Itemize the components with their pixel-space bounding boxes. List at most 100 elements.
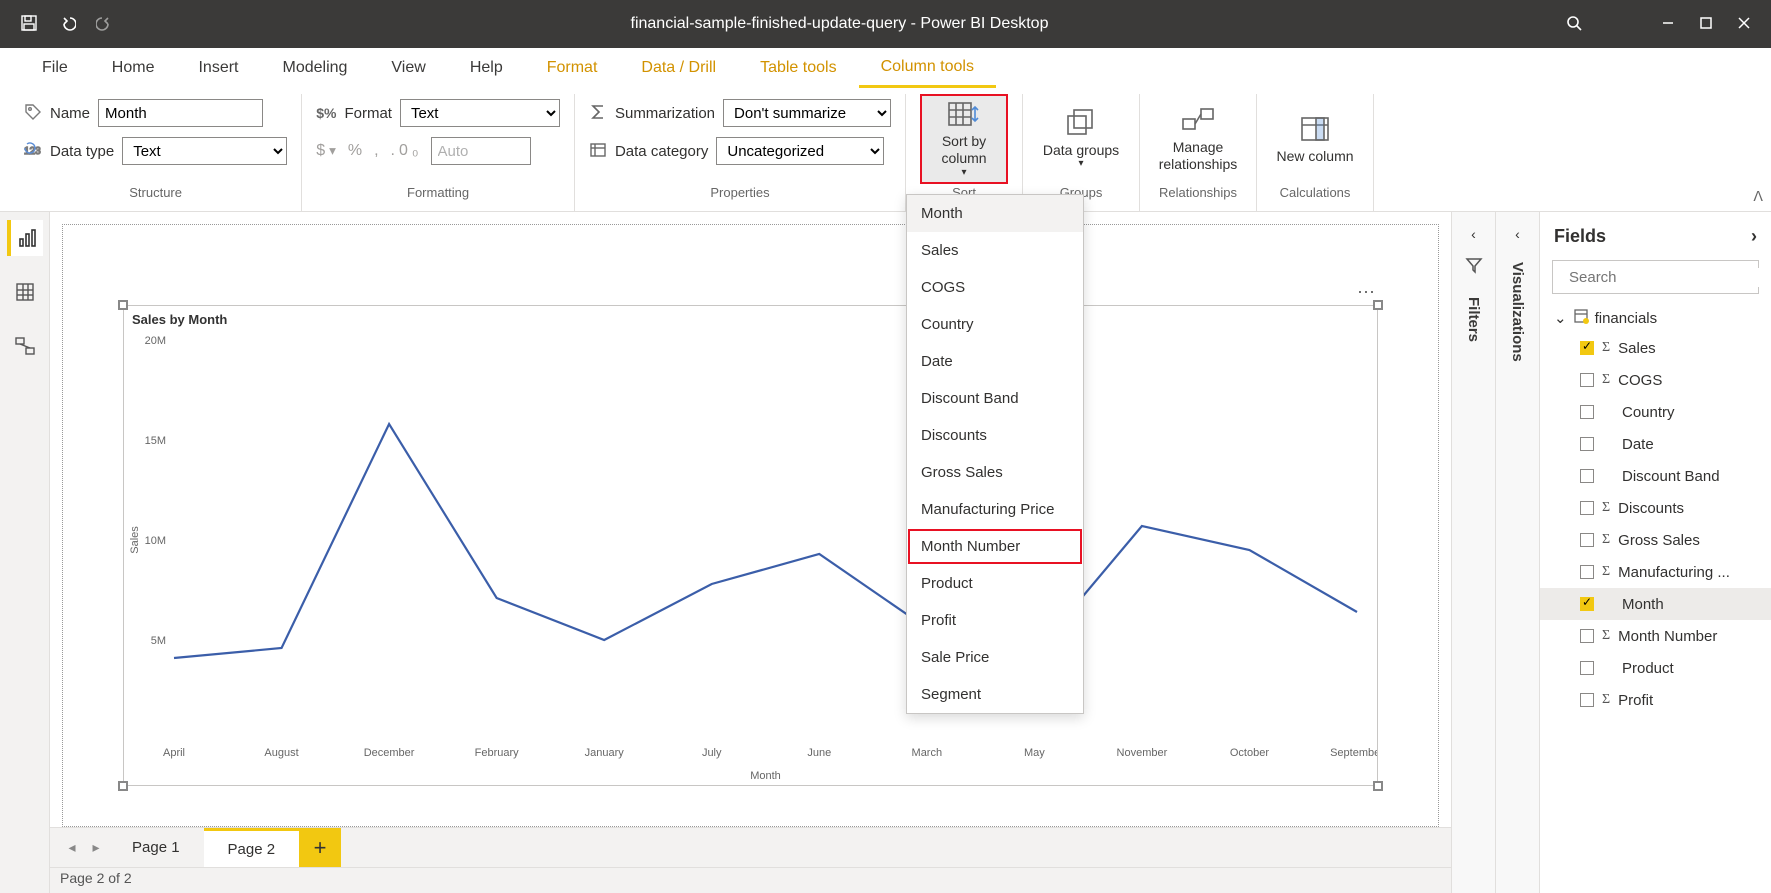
field-checkbox[interactable]	[1580, 469, 1594, 483]
field-checkbox[interactable]	[1580, 693, 1594, 707]
comma-icon[interactable]: ,	[374, 142, 382, 160]
percent-icon[interactable]: %	[348, 142, 366, 160]
field-item[interactable]: ΣDiscounts	[1540, 492, 1771, 524]
field-item[interactable]: Date	[1540, 428, 1771, 460]
minimize-icon[interactable]	[1661, 16, 1675, 33]
model-view-button[interactable]	[7, 328, 43, 364]
field-checkbox[interactable]	[1580, 341, 1594, 355]
undo-icon[interactable]	[58, 14, 76, 35]
tab-format[interactable]: Format	[525, 48, 620, 88]
field-item[interactable]: Country	[1540, 396, 1771, 428]
field-item[interactable]: ΣGross Sales	[1540, 524, 1771, 556]
tab-data-drill[interactable]: Data / Drill	[619, 48, 738, 88]
field-label: Gross Sales	[1618, 532, 1700, 549]
fields-search-input[interactable]	[1567, 268, 1770, 287]
field-checkbox[interactable]	[1580, 597, 1594, 611]
field-item[interactable]: ΣProfit	[1540, 684, 1771, 716]
prev-page-button[interactable]: ◂	[60, 836, 84, 860]
data-groups-button[interactable]: Data groups▾	[1037, 94, 1125, 184]
report-canvas[interactable]: ⋯ Sales by Month 5M10M15M20MSalesAprilAu…	[62, 224, 1439, 827]
name-input[interactable]	[98, 99, 263, 127]
tab-column-tools[interactable]: Column tools	[859, 48, 996, 88]
sort-option[interactable]: Country	[907, 306, 1083, 343]
field-checkbox[interactable]	[1580, 373, 1594, 387]
redo-icon[interactable]	[96, 14, 114, 35]
sort-option[interactable]: COGS	[907, 269, 1083, 306]
tab-view[interactable]: View	[369, 48, 447, 88]
ribbon-group-sort: Sort by column▾ Sort MonthSalesCOGSCount…	[906, 94, 1023, 211]
collapse-pane-icon[interactable]: ›	[1751, 226, 1757, 247]
maximize-icon[interactable]	[1699, 16, 1713, 33]
field-checkbox[interactable]	[1580, 533, 1594, 547]
resize-handle[interactable]	[1373, 300, 1383, 310]
filters-pane-collapsed[interactable]: ‹ Filters	[1451, 212, 1495, 893]
decimal-icon[interactable]: .0₀	[391, 142, 423, 160]
expand-pane-icon[interactable]: ‹	[1515, 226, 1520, 242]
collapse-ribbon-button[interactable]: ᐱ	[1753, 188, 1763, 205]
tab-insert[interactable]: Insert	[176, 48, 260, 88]
sort-option[interactable]: Profit	[907, 602, 1083, 639]
sort-option[interactable]: Sales	[907, 232, 1083, 269]
sort-option[interactable]: Date	[907, 343, 1083, 380]
field-label: Discounts	[1618, 500, 1684, 517]
field-checkbox[interactable]	[1580, 629, 1594, 643]
add-page-button[interactable]: +	[299, 828, 341, 867]
table-node[interactable]: ⌄ financials	[1540, 304, 1771, 332]
sort-option[interactable]: Month	[907, 195, 1083, 232]
line-chart-visual[interactable]: ⋯ Sales by Month 5M10M15M20MSalesAprilAu…	[123, 305, 1378, 786]
field-item[interactable]: Month	[1540, 588, 1771, 620]
resize-handle[interactable]	[118, 300, 128, 310]
page-tab[interactable]: Page 1	[108, 828, 204, 867]
field-item[interactable]: Product	[1540, 652, 1771, 684]
decimal-places-input[interactable]	[431, 137, 531, 165]
sort-option[interactable]: Discount Band	[907, 380, 1083, 417]
sort-option[interactable]: Month Number	[907, 528, 1083, 565]
field-item[interactable]: ΣManufacturing ...	[1540, 556, 1771, 588]
data-view-button[interactable]	[7, 274, 43, 310]
field-label: Date	[1622, 436, 1654, 453]
sort-option[interactable]: Manufacturing Price	[907, 491, 1083, 528]
field-checkbox[interactable]	[1580, 501, 1594, 515]
format-select[interactable]: Text	[400, 99, 560, 127]
field-checkbox[interactable]	[1580, 437, 1594, 451]
field-item[interactable]: ΣSales	[1540, 332, 1771, 364]
new-column-button[interactable]: New column	[1271, 94, 1359, 184]
tab-file[interactable]: File	[20, 48, 90, 88]
field-checkbox[interactable]	[1580, 565, 1594, 579]
field-item[interactable]: ΣCOGS	[1540, 364, 1771, 396]
manage-relationships-button[interactable]: Manage relationships	[1154, 94, 1242, 184]
datatype-select[interactable]: Text	[122, 137, 287, 165]
category-select[interactable]: Uncategorized	[716, 137, 884, 165]
sort-option[interactable]: Discounts	[907, 417, 1083, 454]
field-checkbox[interactable]	[1580, 405, 1594, 419]
field-checkbox[interactable]	[1580, 661, 1594, 675]
close-icon[interactable]	[1737, 16, 1751, 33]
sort-option[interactable]: Gross Sales	[907, 454, 1083, 491]
visualizations-pane-collapsed[interactable]: ‹ Visualizations	[1495, 212, 1539, 893]
next-page-button[interactable]: ▸	[84, 836, 108, 860]
ribbon-group-relationships: Manage relationships Relationships	[1140, 94, 1257, 211]
svg-text:20M: 20M	[145, 335, 166, 347]
tab-table-tools[interactable]: Table tools	[738, 48, 859, 88]
svg-text:February: February	[475, 747, 520, 759]
page-tab[interactable]: Page 2	[204, 828, 300, 867]
sigma-icon: Σ	[1602, 692, 1610, 708]
sort-option[interactable]: Sale Price	[907, 639, 1083, 676]
field-item[interactable]: Discount Band	[1540, 460, 1771, 492]
summarization-select[interactable]: Don't summarize	[723, 99, 891, 127]
search-icon[interactable]	[1565, 14, 1583, 35]
report-view-button[interactable]	[7, 220, 43, 256]
save-icon[interactable]	[20, 14, 38, 35]
expand-pane-icon[interactable]: ‹	[1471, 226, 1476, 242]
tab-help[interactable]: Help	[448, 48, 525, 88]
sort-option[interactable]: Product	[907, 565, 1083, 602]
fields-search[interactable]	[1552, 260, 1759, 294]
svg-text:July: July	[702, 747, 722, 759]
currency-icon[interactable]: $▾	[316, 142, 340, 160]
sort-by-column-button[interactable]: Sort by column▾	[920, 94, 1008, 184]
tab-modeling[interactable]: Modeling	[260, 48, 369, 88]
tab-home[interactable]: Home	[90, 48, 177, 88]
page-tab-bar: ◂ ▸ Page 1Page 2 +	[50, 827, 1451, 867]
field-item[interactable]: ΣMonth Number	[1540, 620, 1771, 652]
sort-option[interactable]: Segment	[907, 676, 1083, 713]
